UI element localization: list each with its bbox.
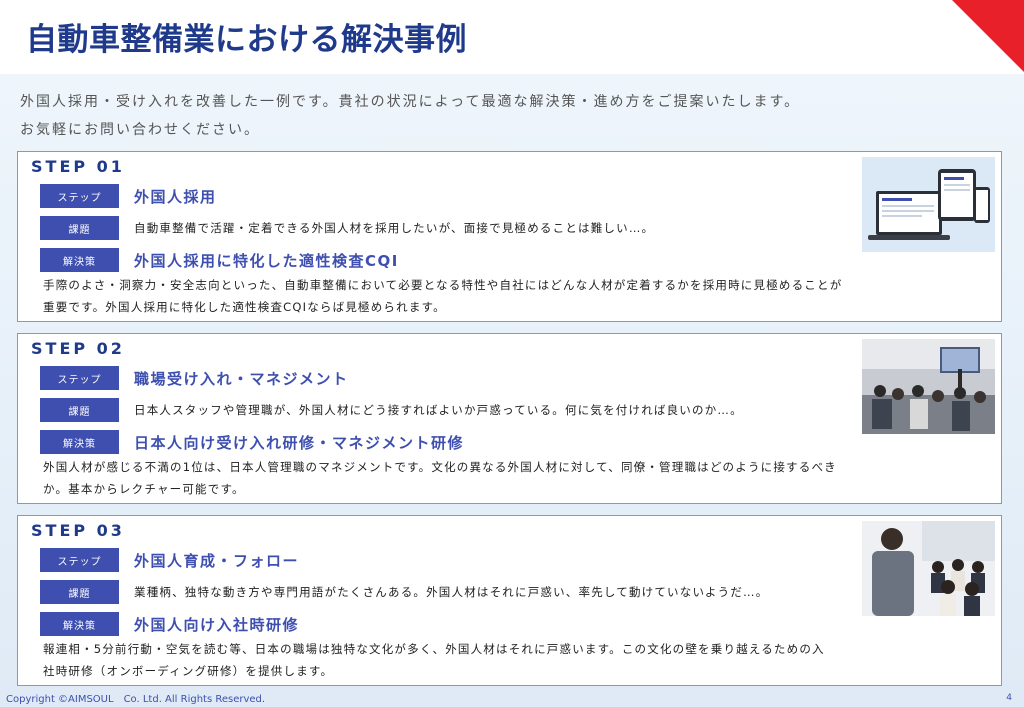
desc-line-2: か。基本からレクチャー可能です。: [43, 482, 245, 496]
desc-line-2: 社時研修（オンボーディング研修）を提供します。: [43, 664, 334, 678]
step-card-03: STEP 03 ステップ 外国人育成・フォロー 課題 業種柄、独特な動き方や専門…: [17, 515, 1002, 686]
step-title: 外国人育成・フォロー: [134, 551, 300, 570]
solution-title: 外国人採用に特化した適性検査CQI: [134, 251, 399, 270]
issue-tag: 課題: [40, 216, 119, 240]
laptop-phones-image: [862, 157, 995, 252]
issue-row: 課題 日本人スタッフや管理職が、外国人材にどう接すればよいか戸惑っている。何に気…: [40, 398, 743, 422]
solution-title: 外国人向け入社時研修: [134, 615, 300, 634]
intro-text: 外国人採用・受け入れを改善した一例です。貴社の状況によって最適な解決策・進め方を…: [20, 88, 980, 144]
step-tag: ステップ: [40, 548, 119, 572]
training-class-photo: [862, 521, 995, 616]
step-tag: ステップ: [40, 184, 119, 208]
step-tag: ステップ: [40, 366, 119, 390]
intro-line-2: お気軽にお問い合わせください。: [20, 122, 260, 138]
copyright-footer: Copyright ©AIMSOUL Co. Ltd. All Rights R…: [6, 694, 266, 705]
step-description: 手際のよさ・洞察力・安全志向といった、自動車整備において必要となる特性や自社には…: [43, 274, 948, 318]
solution-tag: 解決策: [40, 248, 119, 272]
solution-tag: 解決策: [40, 612, 119, 636]
issue-row: 課題 自動車整備で活躍・定着できる外国人材を採用したいが、面接で見極めることは難…: [40, 216, 654, 240]
issue-row: 課題 業種柄、独特な動き方や専門用語がたくさんある。外国人材はそれに戸惑い、率先…: [40, 580, 768, 604]
step-label: STEP 01: [31, 157, 125, 176]
step-label: STEP 03: [31, 521, 125, 540]
desc-line-1: 報連相・5分前行動・空気を読む等、日本の職場は独特な文化が多く、外国人材はそれに…: [43, 642, 825, 656]
step-row: ステップ 外国人育成・フォロー: [40, 548, 299, 572]
step-card-01: STEP 01 ステップ 外国人採用 課題 自動車整備で活躍・定着できる外国人材…: [17, 151, 1002, 322]
solution-row: 解決策 外国人向け入社時研修: [40, 612, 299, 636]
solution-row: 解決策 日本人向け受け入れ研修・マネジメント研修: [40, 430, 464, 454]
issue-text: 日本人スタッフや管理職が、外国人材にどう接すればよいか戸惑っている。何に気を付け…: [134, 403, 743, 417]
step-row: ステップ 外国人採用: [40, 184, 217, 208]
step-label: STEP 02: [31, 339, 125, 358]
seminar-photo: [862, 339, 995, 434]
issue-tag: 課題: [40, 398, 119, 422]
intro-line-1: 外国人採用・受け入れを改善した一例です。貴社の状況によって最適な解決策・進め方を…: [20, 94, 801, 110]
step-description: 外国人材が感じる不満の1位は、日本人管理職のマネジメントです。文化の異なる外国人…: [43, 456, 948, 500]
solution-title: 日本人向け受け入れ研修・マネジメント研修: [134, 433, 465, 452]
issue-text: 自動車整備で活躍・定着できる外国人材を採用したいが、面接で見極めることは難しい……: [134, 221, 655, 235]
issue-text: 業種柄、独特な動き方や専門用語がたくさんある。外国人材はそれに戸惑い、率先して動…: [134, 585, 769, 599]
desc-line-2: 重要です。外国人採用に特化した適性検査CQIならば見極められます。: [43, 300, 446, 314]
solution-row: 解決策 外国人採用に特化した適性検査CQI: [40, 248, 399, 272]
step-row: ステップ 職場受け入れ・マネジメント: [40, 366, 349, 390]
solution-tag: 解決策: [40, 430, 119, 454]
step-description: 報連相・5分前行動・空気を読む等、日本の職場は独特な文化が多く、外国人材はそれに…: [43, 638, 948, 682]
corner-accent: [952, 0, 1024, 72]
page-title: 自動車整備業における解決事例: [26, 22, 467, 58]
step-title: 外国人採用: [134, 187, 217, 206]
step-title: 職場受け入れ・マネジメント: [134, 369, 349, 388]
page-number: 4: [1006, 693, 1012, 703]
issue-tag: 課題: [40, 580, 119, 604]
desc-line-1: 手際のよさ・洞察力・安全志向といった、自動車整備において必要となる特性や自社には…: [43, 278, 843, 292]
desc-line-1: 外国人材が感じる不満の1位は、日本人管理職のマネジメントです。文化の異なる外国人…: [43, 460, 837, 474]
step-card-02: STEP 02 ステップ 職場受け入れ・マネジメント 課題 日本人スタッフや管理…: [17, 333, 1002, 504]
